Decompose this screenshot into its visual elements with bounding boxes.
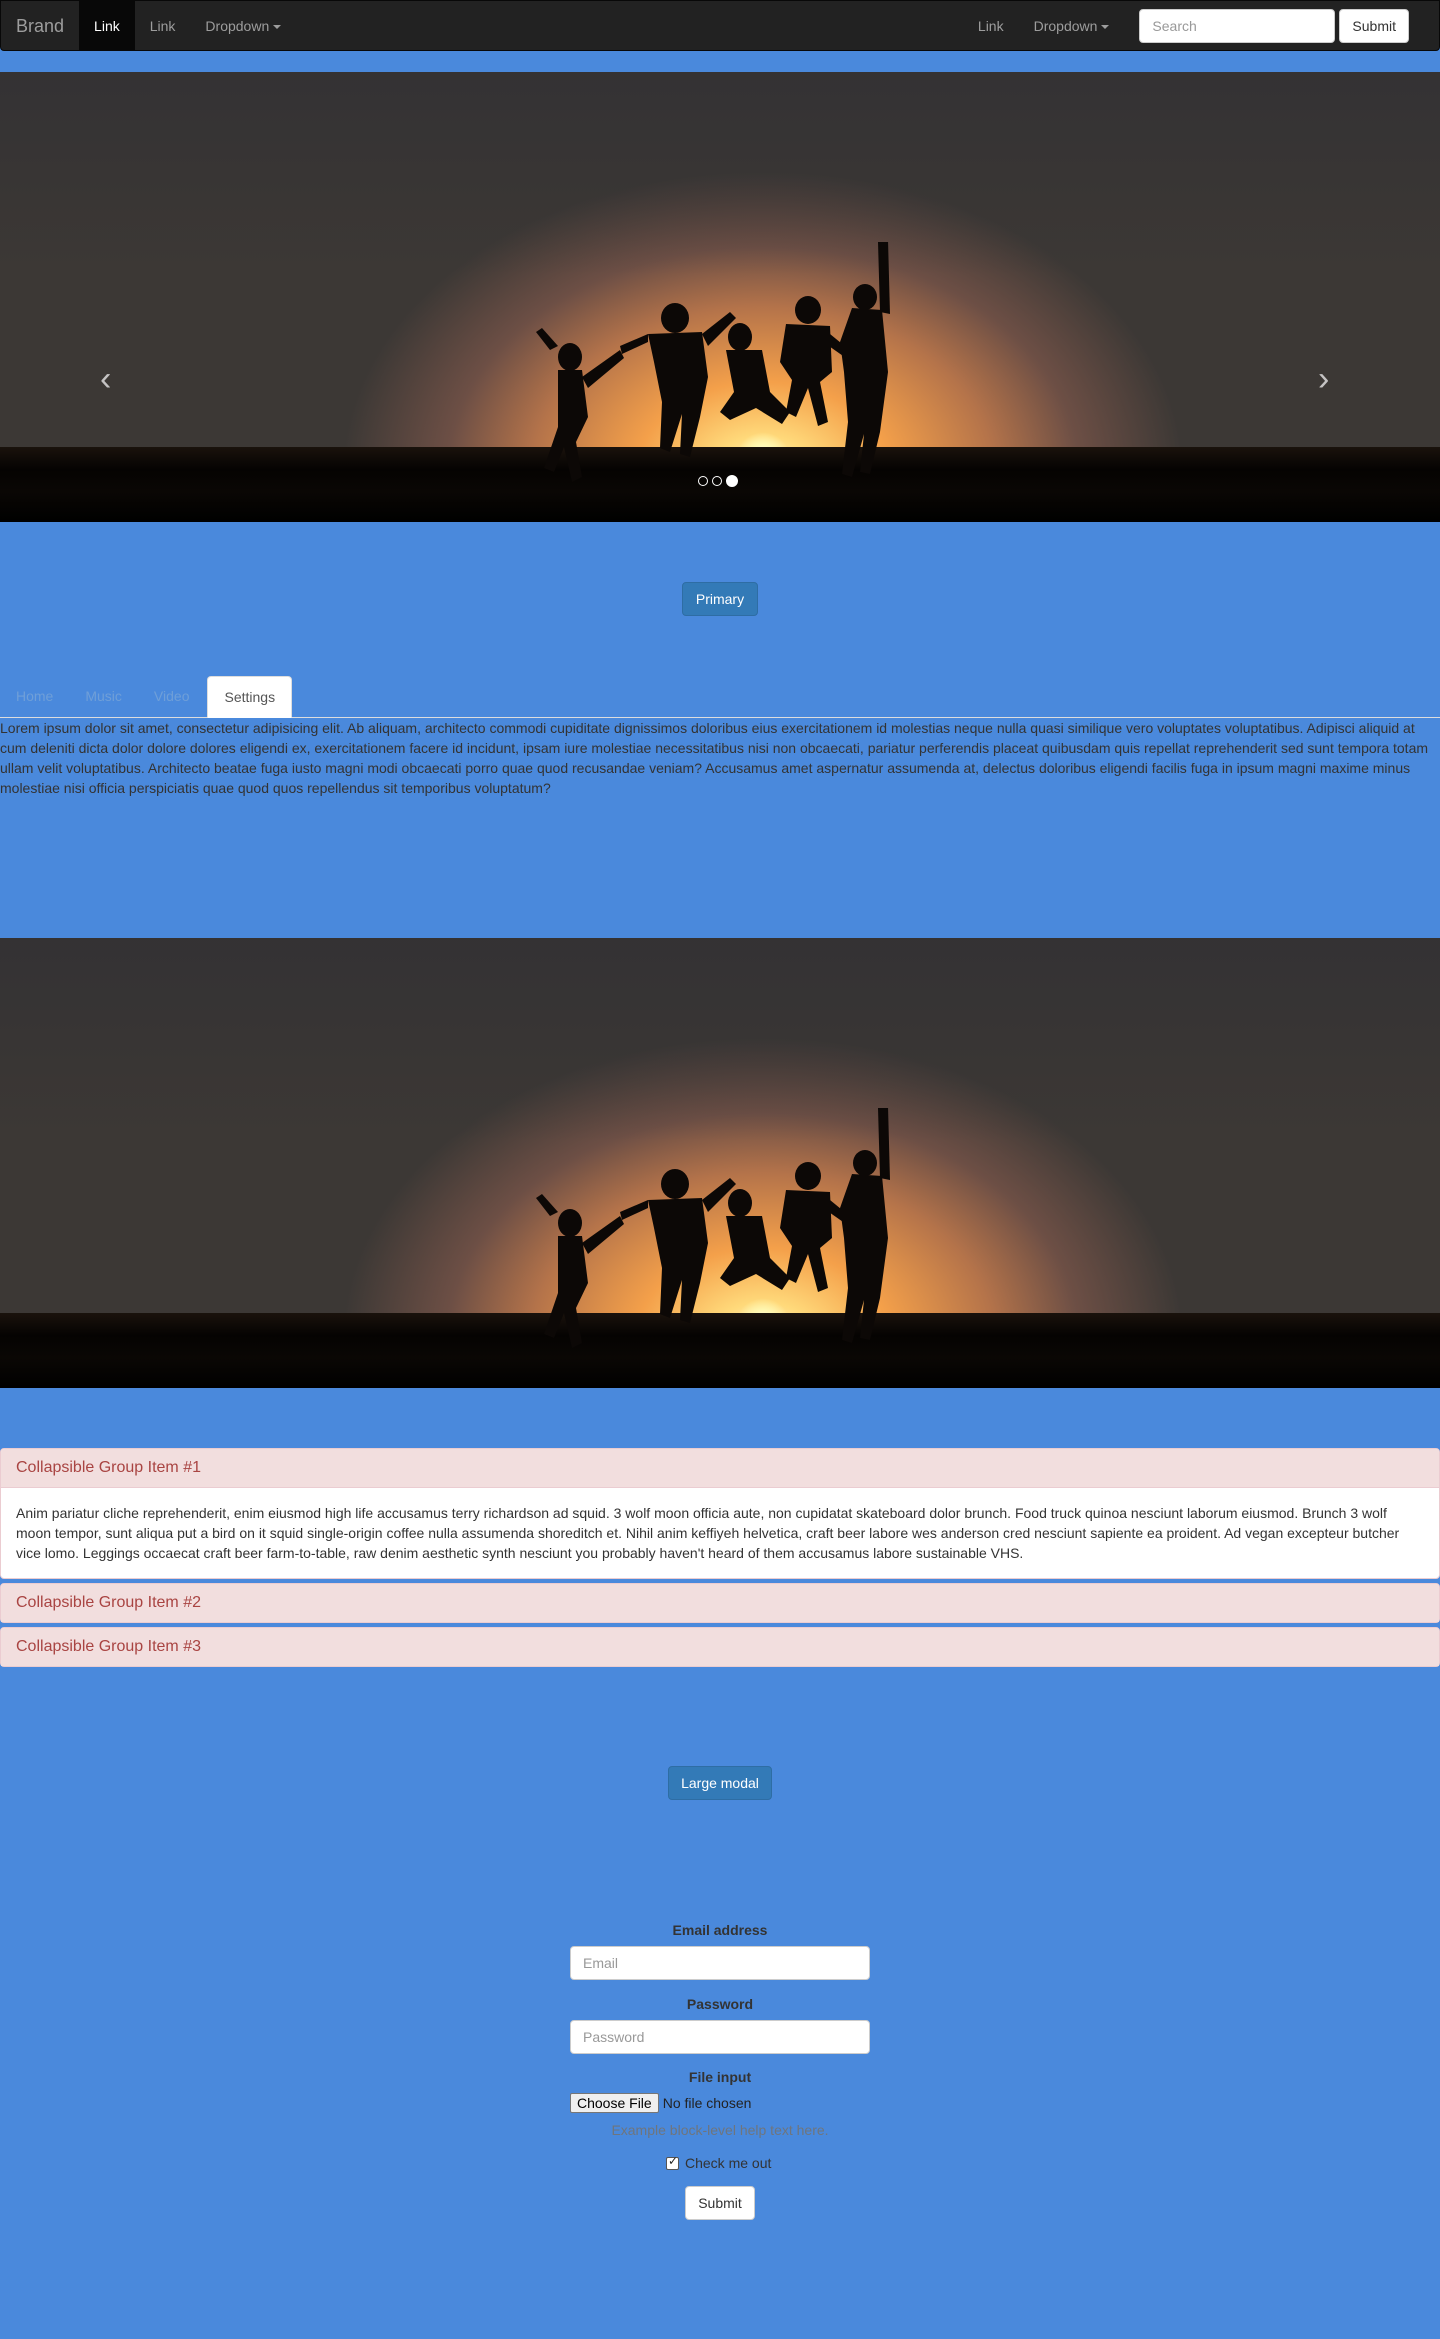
accordion-heading-2[interactable]: Collapsible Group Item #2 (1, 1584, 1439, 1622)
carousel-indicator[interactable] (712, 476, 722, 486)
carousel-indicator-active[interactable] (726, 475, 738, 487)
accordion-body-1: Anim pariatur cliche reprehenderit, enim… (1, 1487, 1439, 1578)
file-input: Choose File No file chosen (570, 2093, 751, 2113)
navbar-right: Link Dropdown Submit (963, 1, 1439, 51)
tab-bar: Home Music Video Settings (0, 676, 1440, 718)
search-input[interactable] (1139, 8, 1336, 43)
jumping-people-silhouette (536, 242, 890, 482)
primary-button[interactable]: Primary (682, 582, 758, 616)
nav-link[interactable]: Link (135, 1, 191, 51)
password-field[interactable] (570, 2020, 870, 2054)
file-status: No file chosen (662, 2095, 752, 2111)
nav-right-link[interactable]: Link (963, 1, 1019, 51)
carousel-prev-chevron-icon[interactable]: ‹ (100, 362, 111, 396)
accordion-panel-2: Collapsible Group Item #2 (0, 1583, 1440, 1623)
check-me-out-checkbox[interactable] (666, 2154, 679, 2170)
email-label: Email address (672, 1922, 768, 1938)
carousel: ‹ › (0, 72, 1440, 522)
tab-settings[interactable]: Settings (207, 676, 293, 718)
navbar: Brand Link Link Dropdown Link Dropdown S… (0, 0, 1440, 51)
checkbox-row: Check me out (666, 2154, 772, 2171)
nav-dropdown-label: Dropdown (205, 17, 270, 34)
large-modal-button[interactable]: Large modal (668, 1766, 772, 1800)
caret-down-icon (273, 24, 282, 29)
file-input-label: File input (688, 2069, 752, 2085)
accordion-heading-1[interactable]: Collapsible Group Item #1 (1, 1449, 1439, 1487)
nav-link-active[interactable]: Link (79, 0, 135, 51)
search-submit-button[interactable]: Submit (1339, 8, 1409, 43)
brand-link[interactable]: Brand (1, 1, 79, 51)
nav-dropdown[interactable]: Dropdown (190, 1, 296, 51)
carousel-indicators (698, 475, 738, 487)
accordion-heading-3[interactable]: Collapsible Group Item #3 (1, 1628, 1439, 1666)
tab-home[interactable]: Home (0, 676, 69, 717)
hero-image (0, 938, 1440, 1388)
accordion-panel-3: Collapsible Group Item #3 (0, 1627, 1440, 1667)
choose-file-button[interactable]: Choose File (570, 2093, 659, 2113)
tab-content-text: Lorem ipsum dolor sit amet, consectetur … (0, 720, 1429, 796)
form-submit-button[interactable]: Submit (685, 2186, 755, 2220)
password-label: Password (686, 1996, 754, 2012)
help-text: Example block-level help text here. (611, 2122, 829, 2138)
email-field[interactable] (570, 1946, 870, 1980)
tab-music[interactable]: Music (69, 676, 138, 717)
checkbox-label: Check me out (685, 2155, 772, 2171)
tab-video[interactable]: Video (138, 676, 206, 717)
nav-right-dropdown-label: Dropdown (1033, 17, 1098, 34)
carousel-indicator[interactable] (698, 476, 708, 486)
nav-right-dropdown[interactable]: Dropdown (1019, 1, 1125, 51)
carousel-next-chevron-icon[interactable]: › (1318, 362, 1329, 396)
caret-down-icon (1101, 24, 1110, 29)
accordion-panel-1: Collapsible Group Item #1 Anim pariatur … (0, 1448, 1440, 1579)
jumping-people-silhouette (536, 1108, 890, 1348)
